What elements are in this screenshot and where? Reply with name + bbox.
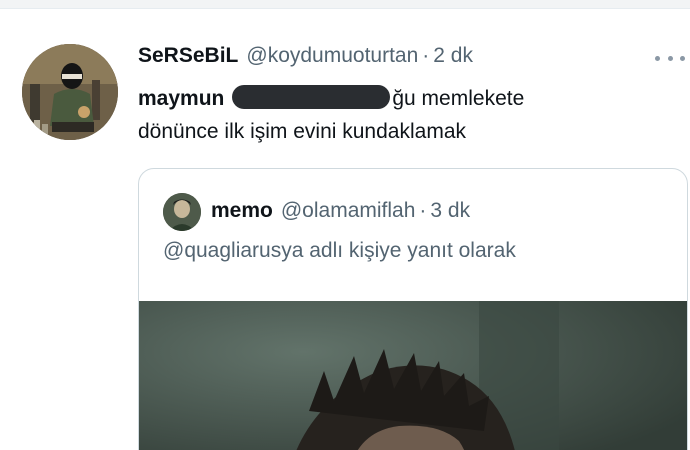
- more-dot: [655, 55, 660, 61]
- tweet-page: SeRSeBiL @koydumuoturtan · 2 dk maymun ğu…: [0, 0, 690, 450]
- quoted-author-avatar[interactable]: [163, 193, 201, 231]
- tweet-header: SeRSeBiL @koydumuoturtan · 2 dk: [138, 44, 473, 72]
- header-separator: ·: [422, 44, 430, 67]
- quoted-tweet-card[interactable]: memo @olamamiflah · 3 dk @quagliarusya a…: [138, 168, 688, 450]
- tweet-text-start: maymun: [138, 87, 225, 110]
- quoted-header-separator: ·: [419, 199, 427, 222]
- media-image: [139, 301, 687, 450]
- replying-to-text[interactable]: @quagliarusya adlı kişiye yanıt olarak: [163, 239, 516, 263]
- author-avatar[interactable]: [22, 44, 118, 140]
- more-dot: [667, 55, 673, 61]
- tweet-timestamp[interactable]: 2 dk: [433, 44, 473, 68]
- redaction-bar: [232, 85, 391, 109]
- tweet-text-rest: ğu memlekete: [392, 87, 525, 110]
- more-dot: [680, 55, 685, 61]
- quoted-tweet-timestamp[interactable]: 3 dk: [430, 199, 470, 223]
- tweet-text-line2: dönünce ilk işim evini kundaklamak: [138, 120, 466, 143]
- avatar-image: [22, 44, 118, 140]
- quoted-tweet-header: memo @olamamiflah · 3 dk: [211, 199, 470, 223]
- top-divider: [0, 0, 690, 9]
- author-handle[interactable]: @koydumuoturtan: [246, 44, 418, 68]
- quoted-tweet-media[interactable]: [139, 301, 687, 450]
- quoted-avatar-image: [163, 193, 201, 231]
- quoted-author-display-name[interactable]: memo: [211, 199, 273, 223]
- author-display-name[interactable]: SeRSeBiL: [138, 44, 238, 68]
- tweet-text: maymun ğu memlekete dönünce ilk işim evin…: [138, 82, 658, 148]
- more-horizontal-icon[interactable]: [655, 52, 685, 64]
- quoted-author-handle[interactable]: @olamamiflah: [281, 199, 416, 223]
